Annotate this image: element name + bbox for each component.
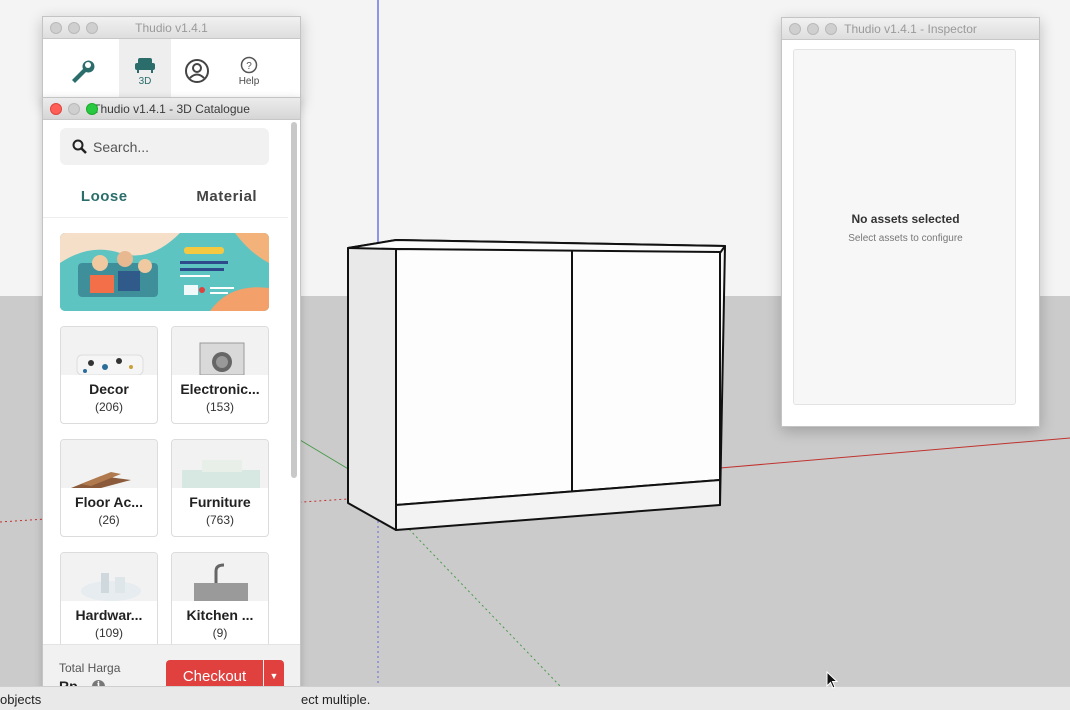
- scrollbar-thumb[interactable]: [291, 122, 297, 478]
- zoom-button[interactable]: [825, 23, 837, 35]
- minimize-button[interactable]: [807, 23, 819, 35]
- empty-state-title: No assets selected: [851, 212, 960, 226]
- hardware-thumbnail: [61, 553, 157, 601]
- kitchen-thumbnail: [172, 553, 268, 601]
- category-count: (763): [205, 513, 234, 527]
- category-card-hardware[interactable]: Hardwar... (109): [60, 552, 158, 644]
- tool-3d[interactable]: 3D: [119, 39, 171, 103]
- tab-loose[interactable]: Loose: [43, 182, 166, 217]
- category-count: (153): [205, 400, 234, 414]
- search-icon: [72, 139, 87, 154]
- inspector-panel: No assets selected Select assets to conf…: [793, 49, 1016, 405]
- zoom-button[interactable]: [86, 103, 98, 115]
- category-name: Hardwar...: [75, 607, 143, 623]
- category-card-electronics[interactable]: Electronic... (153): [171, 326, 269, 424]
- inspector-titlebar: Thudio v1.4.1 - Inspector: [782, 18, 1039, 40]
- catalogue-body: Search... Loose Material Decor (206) Ele…: [43, 120, 300, 644]
- category-name: Electronic...: [180, 381, 260, 397]
- close-button[interactable]: [50, 22, 62, 34]
- decor-thumbnail: [61, 327, 157, 375]
- window-title: Thudio v1.4.1: [135, 21, 208, 35]
- catalogue-titlebar: Thudio v1.4.1 - 3D Catalogue: [43, 98, 300, 120]
- category-name: Kitchen ...: [186, 607, 254, 623]
- category-count: (206): [94, 400, 123, 414]
- window-title: Thudio v1.4.1 - Inspector: [844, 22, 977, 36]
- total-label: Total Harga: [59, 661, 121, 675]
- tool-help-label: Help: [238, 75, 260, 87]
- window-title: Thudio v1.4.1 - 3D Catalogue: [93, 102, 250, 116]
- category-card-decor[interactable]: Decor (206): [60, 326, 158, 424]
- sofa-icon: [135, 57, 155, 73]
- tool-settings[interactable]: [43, 39, 119, 103]
- mouse-pointer-icon: [826, 671, 838, 689]
- electronics-thumbnail: [172, 327, 268, 375]
- category-name: Floor Ac...: [75, 494, 143, 510]
- minimize-button[interactable]: [68, 22, 80, 34]
- category-count: (26): [98, 513, 120, 527]
- catalogue-scrollbar[interactable]: [289, 120, 299, 480]
- tool-3d-label: 3D: [138, 75, 152, 87]
- cabinet-model: [347, 239, 726, 531]
- promo-banner-image: [60, 233, 269, 311]
- furniture-thumbnail: [172, 440, 268, 488]
- category-count: (9): [212, 626, 228, 640]
- search-input[interactable]: Search...: [60, 128, 269, 165]
- status-text-right: ect multiple.: [301, 692, 371, 707]
- minimize-button[interactable]: [68, 103, 80, 115]
- category-name: Furniture: [189, 494, 251, 510]
- close-button[interactable]: [789, 23, 801, 35]
- svg-text:?: ?: [246, 61, 252, 72]
- help-icon: ?: [240, 56, 258, 73]
- inspector-window: Thudio v1.4.1 - Inspector No assets sele…: [781, 17, 1040, 427]
- wrench-icon: [72, 60, 95, 83]
- category-count: (109): [94, 626, 123, 640]
- user-icon: [185, 59, 209, 83]
- floor-thumbnail: [61, 440, 157, 488]
- status-bar: objects ect multiple.: [0, 686, 1070, 710]
- toolbar-window: Thudio v1.4.1 3D ? Help: [42, 16, 301, 103]
- close-button[interactable]: [50, 103, 62, 115]
- search-placeholder: Search...: [93, 138, 150, 155]
- category-name: Decor: [89, 381, 129, 397]
- category-card-furniture[interactable]: Furniture (763): [171, 439, 269, 537]
- tool-account[interactable]: [171, 39, 223, 103]
- catalogue-tabs: Loose Material: [43, 182, 288, 218]
- chevron-down-icon: ▼: [269, 671, 279, 681]
- zoom-button[interactable]: [86, 22, 98, 34]
- category-card-floor-accessories[interactable]: Floor Ac... (26): [60, 439, 158, 537]
- tab-material[interactable]: Material: [166, 182, 289, 217]
- tool-help[interactable]: ? Help: [223, 39, 275, 103]
- status-text-left: objects: [0, 692, 42, 707]
- tool-strip: 3D ? Help: [43, 39, 300, 103]
- catalogue-window: Thudio v1.4.1 - 3D Catalogue Search... L…: [42, 97, 301, 707]
- empty-state-subtitle: Select assets to configure: [848, 233, 963, 244]
- category-card-kitchen[interactable]: Kitchen ... (9): [171, 552, 269, 644]
- toolbar-titlebar: Thudio v1.4.1: [43, 17, 300, 39]
- promo-banner[interactable]: [60, 233, 269, 311]
